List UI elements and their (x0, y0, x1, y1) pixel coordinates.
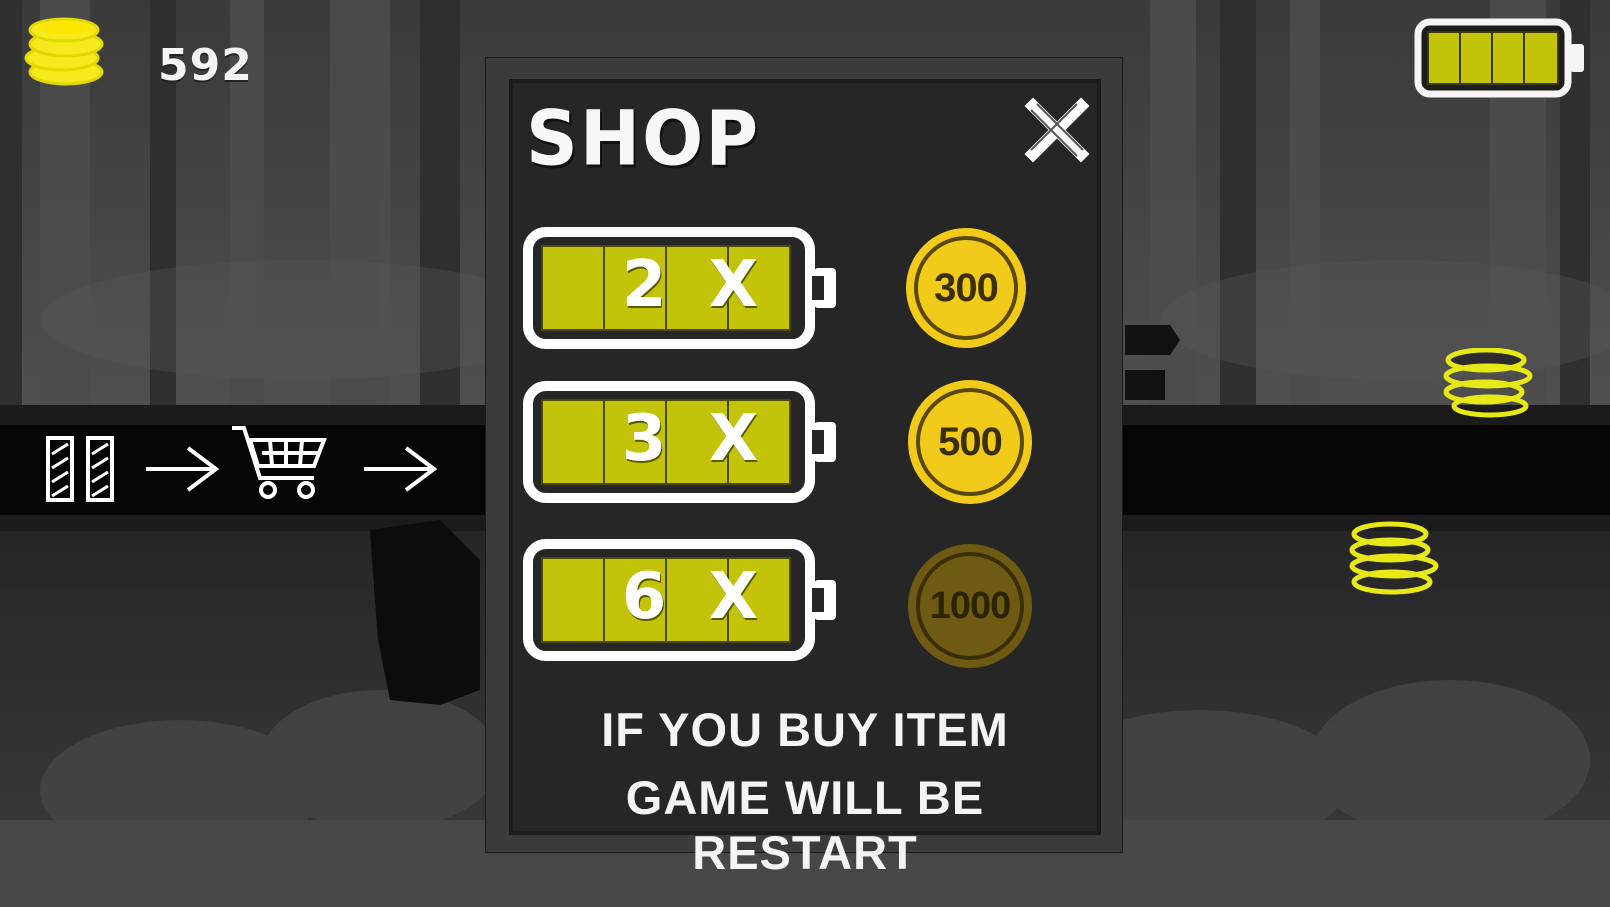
shopping-cart-icon[interactable] (230, 422, 330, 502)
coin-counter: 592 (20, 14, 260, 94)
multiplier-label: 2 X (621, 248, 769, 322)
tutorial-strip (0, 420, 486, 516)
price-coin-button[interactable]: 300 (902, 224, 1030, 352)
price-label: 1000 (929, 585, 1012, 627)
arrow-right-icon (364, 446, 438, 492)
price-coin-button-locked[interactable]: 1000 (906, 542, 1034, 670)
coin-count: 592 (158, 40, 253, 91)
coin-stack-icon (24, 17, 104, 86)
restart-notice-line-2: GAME WILL BE RESTART (625, 771, 985, 879)
price-label: 300 (934, 266, 999, 310)
multiplier-label: 3 X (621, 402, 769, 476)
arrow-right-icon (146, 446, 220, 492)
shop-item-2x[interactable]: 2 X 300 (522, 226, 1042, 350)
coin-pickup-lower (1349, 521, 1439, 595)
price-label: 500 (938, 420, 1003, 464)
multiplier-label: 6 X (621, 560, 769, 634)
pause-icon[interactable] (44, 434, 118, 504)
restart-notice-line-1: IF YOU BUY ITEM (601, 703, 1009, 756)
shop-item-3x[interactable]: 3 X 500 (522, 380, 1042, 504)
price-coin-button[interactable]: 500 (906, 378, 1034, 506)
close-icon[interactable] (1023, 96, 1091, 164)
shop-item-6x[interactable]: 6 X 1000 (522, 538, 1042, 668)
battery-level-icon (1414, 18, 1584, 98)
coin-pickup-upper (1443, 348, 1533, 418)
shop-title: SHOP (526, 93, 761, 183)
